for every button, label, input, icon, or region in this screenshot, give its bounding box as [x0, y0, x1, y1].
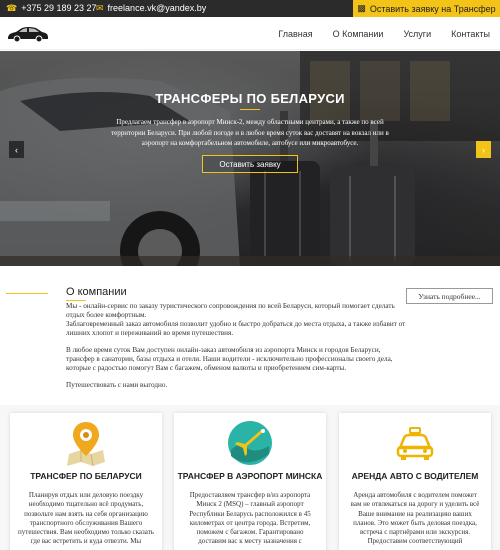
nav-contacts[interactable]: Контакты — [441, 17, 500, 50]
hero-title-divider — [240, 109, 260, 110]
about-paragraph: Мы - онлайн-сервис по заказу туристическ… — [66, 302, 406, 338]
about-text-2: Заблаговременный заказ автомобиля позвол… — [66, 320, 406, 337]
phone-contact[interactable]: ☎ +375 29 189 23 27 — [6, 3, 97, 13]
map-pin-icon — [67, 422, 105, 467]
learn-more-button[interactable]: Узнать подробнее... — [406, 288, 493, 304]
card-title: ТРАНСФЕР В АЭРОПОРТ МИНСКА — [177, 471, 323, 481]
order-transfer-label: Оставить заявку на Трансфер — [369, 3, 496, 14]
main-header: Главная О Компании Услуги Контакты — [0, 17, 500, 50]
main-menu: Главная О Компании Услуги Контакты — [278, 17, 500, 50]
hero-title: ТРАНСФЕРЫ ПО БЕЛАРУСИ — [155, 91, 345, 106]
order-transfer-button[interactable]: ▩ Оставить заявку на Трансфер — [353, 0, 500, 17]
about-title: О компании — [66, 286, 127, 298]
phone-icon: ☎ — [6, 2, 18, 13]
about-body: Мы - онлайн-сервис по заказу туристическ… — [66, 302, 406, 398]
nav-services[interactable]: Услуги — [393, 17, 441, 50]
car-logo-icon[interactable] — [6, 25, 50, 43]
about-paragraph: Путешествовать с нами выгодно. — [66, 381, 168, 389]
service-card-airport[interactable]: ТРАНСФЕР В АЭРОПОРТ МИНСКА Предоставляем… — [174, 413, 326, 550]
card-text: Предоставляем трансфер в/из аэропорта Ми… — [189, 491, 311, 546]
nav-about[interactable]: О Компании — [323, 17, 394, 50]
about-accent-line — [6, 293, 48, 294]
envelope-icon: ✉ — [96, 2, 104, 13]
hero-slider: ТРАНСФЕРЫ ПО БЕЛАРУСИ Предлагаем трансфе… — [0, 51, 500, 266]
about-title-divider — [66, 300, 86, 301]
email-contact[interactable]: ✉ freelance.vk@yandex.by — [96, 3, 206, 13]
card-text: Планируя отдых или деловую поездку необх… — [18, 491, 154, 546]
nav-home[interactable]: Главная — [278, 17, 322, 50]
services-section: ТРАНСФЕР ПО БЕЛАРУСИ Планируя отдых или … — [0, 405, 500, 550]
wallet-icon: ▩ — [357, 3, 366, 13]
top-bar: ☎ +375 29 189 23 27 ✉ freelance.vk@yande… — [0, 0, 500, 17]
hero-description: Предлагаем трансфер в аэропорт Минск-2, … — [111, 118, 389, 147]
slider-prev-arrow-icon[interactable]: ‹ — [9, 141, 24, 158]
card-title: АРЕНДА АВТО С ВОДИТЕЛЕМ — [351, 471, 479, 481]
airplane-icon — [228, 421, 272, 465]
about-paragraph: В любое время суток Вам доступен онлайн-… — [66, 346, 393, 372]
leave-request-button[interactable]: Оставить заявку — [202, 155, 298, 173]
about-text-1: Мы - онлайн-сервис по заказу туристическ… — [66, 302, 395, 319]
card-text: Аренда автомобиля с водителем поможет ва… — [350, 491, 480, 546]
card-title: ТРАНСФЕР ПО БЕЛАРУСИ — [30, 471, 142, 481]
car-icon — [396, 427, 434, 460]
phone-number[interactable]: +375 29 189 23 27 — [21, 3, 96, 13]
email-address[interactable]: freelance.vk@yandex.by — [108, 3, 207, 13]
service-card-belarus[interactable]: ТРАНСФЕР ПО БЕЛАРУСИ Планируя отдых или … — [10, 413, 162, 550]
slider-next-arrow-icon[interactable]: › — [476, 141, 491, 158]
service-card-rental[interactable]: АРЕНДА АВТО С ВОДИТЕЛЕМ Аренда автомобил… — [339, 413, 491, 550]
